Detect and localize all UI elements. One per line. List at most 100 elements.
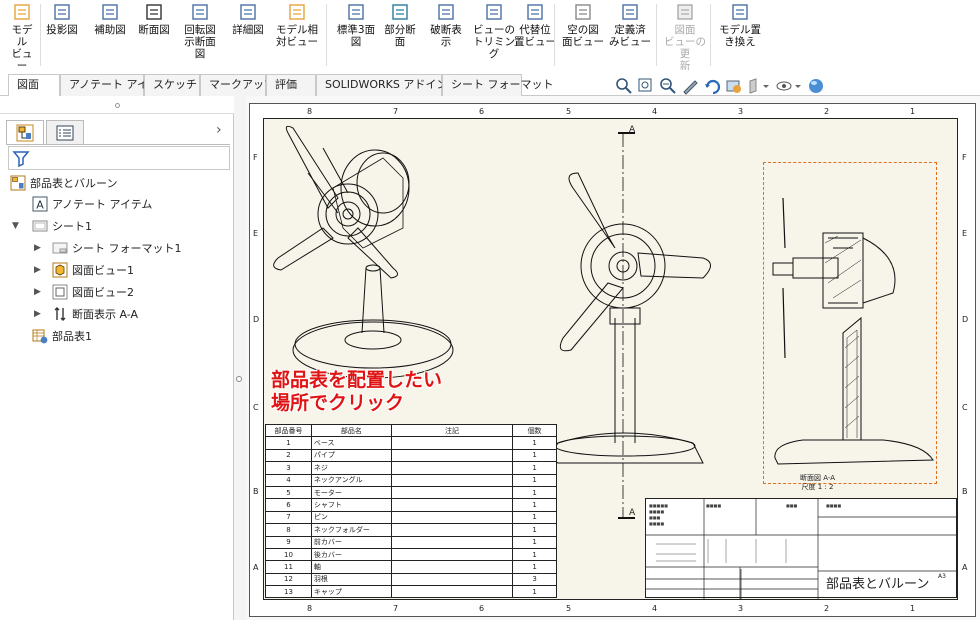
tab-3[interactable]: マークアップ <box>200 74 275 96</box>
ribbon-button-label: 空の図 面ビュー <box>562 24 604 48</box>
update-view-button[interactable]: 図面 ビューの更 新 <box>660 2 710 72</box>
removed-section-button[interactable]: 回転図 示断面 図 <box>180 2 220 60</box>
sketch-tool-icon[interactable] <box>681 77 699 95</box>
alternate-position-button[interactable]: 代替位 置ビュー <box>514 2 556 48</box>
drawing-view-icon <box>52 262 68 278</box>
detail-view-button[interactable]: 詳細図 <box>228 2 268 36</box>
tree-item-annotations[interactable]: A アノテート アイテム <box>32 194 152 214</box>
zone-label-top: 7 <box>393 107 399 116</box>
standard-3-view-icon <box>348 4 364 20</box>
zone-label-side: B <box>962 487 968 496</box>
bom-cell <box>390 585 514 599</box>
bom-cell: 1 <box>512 473 557 487</box>
expand-panel-chevron[interactable]: › <box>216 122 222 138</box>
collapse-arrow-icon[interactable]: ▼ <box>12 221 32 231</box>
auxiliary-view-icon <box>102 4 118 20</box>
crop-view-button[interactable]: ビューの トリミング <box>470 2 518 60</box>
tree-root[interactable]: 部品表とバルーン <box>10 173 117 193</box>
zone-label-top: 1 <box>910 107 916 116</box>
auxiliary-view-button[interactable]: 補助図 <box>90 2 130 36</box>
svg-text:■■■: ■■■ <box>649 515 661 520</box>
replace-model-button[interactable]: モデル置 き換え <box>716 2 764 48</box>
display-style-icon[interactable] <box>747 77 771 95</box>
property-manager-tab[interactable] <box>46 120 84 144</box>
model-view-icon <box>14 4 30 20</box>
empty-view-button[interactable]: 空の図 面ビュー <box>562 2 604 48</box>
bom-row: 2 パイプ 1 <box>265 448 557 463</box>
bom-cell <box>390 473 514 487</box>
instruction-line-2: 場所でクリック <box>271 392 405 414</box>
zone-label-side: C <box>253 403 259 412</box>
bom-cell: 13 <box>265 585 312 599</box>
ribbon-separator <box>710 4 711 66</box>
expand-arrow-icon[interactable]: ▶ <box>34 265 52 275</box>
predefined-view-button[interactable]: 定義済 みビュー <box>609 2 651 48</box>
bom-cell: 1 <box>512 547 557 562</box>
section-view-selection-box[interactable] <box>763 162 937 484</box>
tree-filter-field[interactable] <box>8 146 230 170</box>
expand-arrow-icon[interactable]: ▶ <box>34 243 52 253</box>
section-marker-bottom[interactable]: A <box>629 508 635 518</box>
broken-out-section-button[interactable]: 部分断 面 <box>380 2 420 48</box>
instruction-line-1: 部品表を配置したい <box>271 369 443 391</box>
placement-instruction: 部品表を配置したい 場所でクリック <box>271 369 442 415</box>
tree-item-sheet-format[interactable]: ▶ シート フォーマット1 <box>34 238 182 258</box>
svg-text:■■■■■: ■■■■■ <box>649 503 668 508</box>
rotate-view-icon[interactable] <box>703 77 721 95</box>
bom-cell: 12 <box>265 572 312 587</box>
ribbon-button-label: 部分断 面 <box>384 24 416 48</box>
ribbon-button-label: 図面 ビューの更 新 <box>664 24 706 72</box>
feature-tree-icon <box>16 124 34 141</box>
isometric-view[interactable] <box>273 125 454 379</box>
panel-gutter[interactable] <box>234 96 246 620</box>
feature-manager-tab[interactable] <box>6 120 44 144</box>
ribbon-button-label: モデル置 き換え <box>719 24 761 48</box>
tree-item-drawing-view2[interactable]: ▶ 図面ビュー2 <box>34 282 134 302</box>
bom-cell: 8 <box>265 523 312 537</box>
panel-splitter[interactable] <box>0 96 234 114</box>
svg-text:A: A <box>36 199 44 212</box>
bom-header: 部品名 <box>310 423 392 438</box>
projected-view-button[interactable]: 投影図 <box>42 2 82 36</box>
zoom-to-fit-icon[interactable] <box>615 77 633 95</box>
tab-4[interactable]: 評価 <box>266 74 316 96</box>
scene-icon[interactable] <box>807 77 825 95</box>
tab-6[interactable]: シート フォーマット <box>442 74 554 96</box>
expand-arrow-icon[interactable]: ▶ <box>34 309 52 319</box>
hide-show-icon[interactable] <box>775 77 803 95</box>
tree-item-section-aa[interactable]: ▶ 断面表示 A-A <box>34 304 138 324</box>
model-view-button[interactable]: モデル ビュー <box>7 2 37 72</box>
bom-header: 注記 <box>390 423 514 438</box>
ribbon-button-label: 破断表 示 <box>430 24 462 48</box>
bom-cell <box>390 560 514 574</box>
relative-view-button[interactable]: モデル相 対ビュー <box>274 2 320 48</box>
zoom-area-icon[interactable] <box>637 77 655 95</box>
tab-5[interactable]: SOLIDWORKS アドイン <box>316 74 447 96</box>
display-state-icon[interactable] <box>725 77 743 95</box>
section-view-button[interactable]: 断面図 <box>134 2 174 36</box>
tab-1[interactable]: アノテート アイテム <box>60 74 169 96</box>
section-marker-top[interactable]: A <box>629 125 635 135</box>
tree-item-bom1[interactable]: 部品表1 <box>32 326 92 346</box>
bom-table[interactable]: 部品番号 部品名 注記 個数 1 ベース 1 2 パイプ 1 3 ネジ 1 4 ネックアングル 1 5 モーター 1… <box>265 423 557 599</box>
front-view[interactable] <box>547 132 711 519</box>
predefined-view-icon <box>622 4 638 20</box>
tab-0[interactable]: 図面 <box>8 74 60 97</box>
zone-label-bottom: 5 <box>566 604 572 613</box>
tab-2[interactable]: スケッチ <box>144 74 200 96</box>
tree-item-sheet1[interactable]: ▼ シート1 <box>12 216 92 236</box>
expand-arrow-icon[interactable]: ▶ <box>34 287 52 297</box>
previous-view-icon[interactable] <box>659 77 677 95</box>
tree-item-drawing-view1[interactable]: ▶ 図面ビュー1 <box>34 260 134 280</box>
tree-item-label: 断面表示 A-A <box>72 308 139 321</box>
bom-row: 11 軸 1 <box>265 560 557 574</box>
bom-cell <box>390 436 514 450</box>
ribbon-button-label: 詳細図 <box>232 24 264 36</box>
zone-label-bottom: 4 <box>652 604 658 613</box>
bom-cell: 1 <box>512 535 557 549</box>
standard-3-view-button[interactable]: 標準3面 図 <box>336 2 376 48</box>
break-button[interactable]: 破断表 示 <box>426 2 466 48</box>
bom-cell: 1 <box>265 436 312 450</box>
bom-cell: 4 <box>265 473 312 487</box>
bom-row: 10 後カバー 1 <box>265 547 557 562</box>
